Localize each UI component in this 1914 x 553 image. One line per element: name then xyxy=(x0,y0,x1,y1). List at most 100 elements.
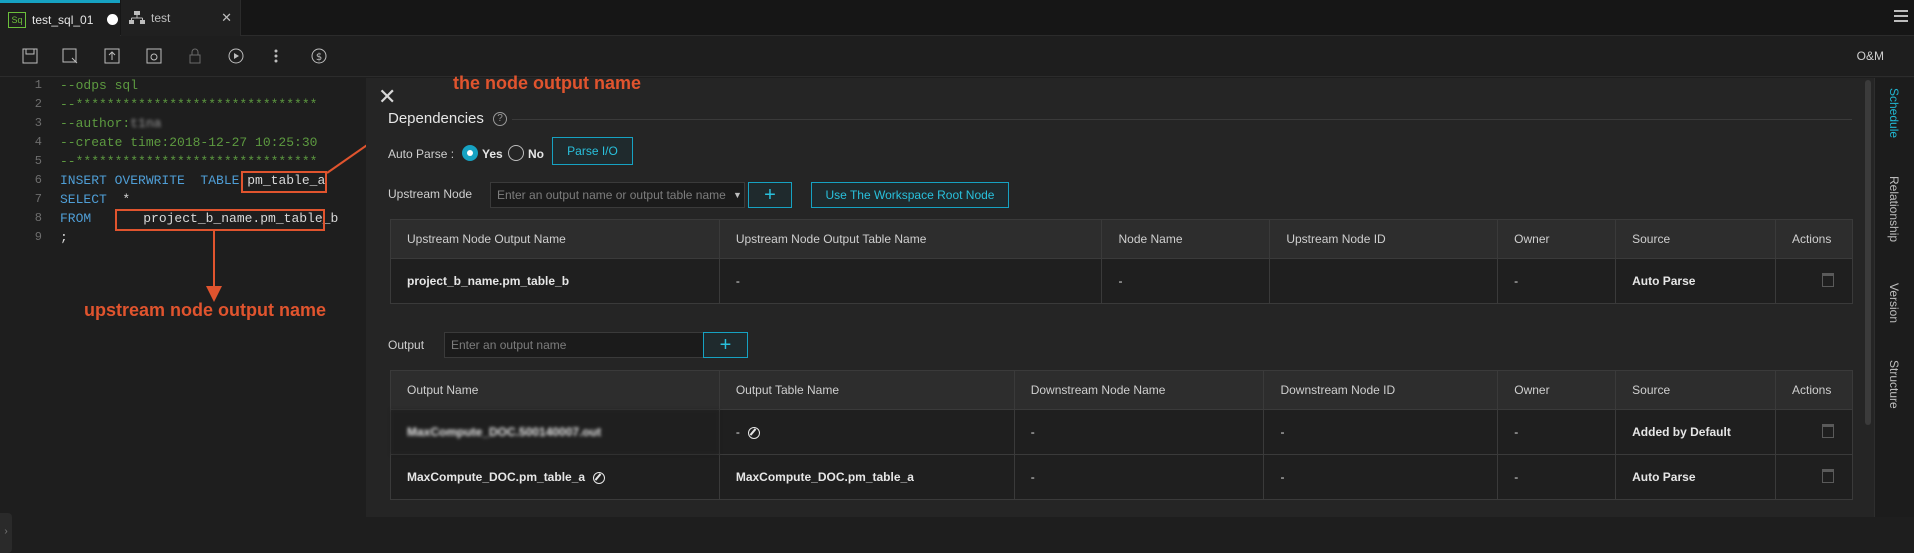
cell: - xyxy=(718,409,1015,455)
cell: - xyxy=(1263,409,1499,455)
edit-icon[interactable] xyxy=(747,426,760,439)
plus-icon: + xyxy=(719,333,732,356)
col-header: Source xyxy=(1615,370,1776,410)
actions-cell xyxy=(1774,454,1854,500)
annotation-node-output: the node output name xyxy=(453,73,641,93)
tab-label: test xyxy=(151,11,171,25)
upstream-node-label: Upstream Node xyxy=(388,187,473,201)
col-header: Source xyxy=(1615,219,1776,259)
col-header: Node Name xyxy=(1101,219,1271,259)
radio-no-label: No xyxy=(528,147,544,161)
annotation-arrows xyxy=(206,85,453,302)
annotation-upstream-output: upstream node output name xyxy=(84,300,327,320)
close-panel-icon[interactable]: ✕ xyxy=(378,84,396,110)
actions-cell xyxy=(1774,258,1854,304)
tab-test[interactable]: test ✕ xyxy=(121,0,241,36)
output-name-input[interactable]: Enter an output name xyxy=(444,332,704,358)
table-row: MaxCompute_DOC.pm_table_a MaxCompute_DOC… xyxy=(390,454,1854,500)
om-link[interactable]: O&M xyxy=(1857,49,1884,63)
cell: - xyxy=(718,258,1103,304)
trash-icon[interactable] xyxy=(1821,423,1834,438)
add-output-button[interactable]: + xyxy=(703,332,748,358)
help-icon[interactable]: ? xyxy=(493,112,507,126)
unsaved-dot-icon xyxy=(107,14,119,25)
col-header: Downstream Node ID xyxy=(1263,370,1499,410)
trash-icon[interactable] xyxy=(1821,468,1834,483)
tab-bar: Sq test_sql_01 test ✕ xyxy=(0,0,1914,36)
lock-icon[interactable] xyxy=(185,46,205,66)
table-header-row: Upstream Node Output Name Upstream Node … xyxy=(390,219,1854,259)
cell: - xyxy=(1497,409,1617,455)
save-icon[interactable] xyxy=(20,46,40,66)
tab-label: test_sql_01 xyxy=(32,12,94,27)
cell: - xyxy=(1013,454,1265,500)
menu-icon[interactable] xyxy=(1894,10,1908,22)
divider xyxy=(512,119,1852,120)
col-header: Output Table Name xyxy=(718,370,1015,410)
cell: - xyxy=(1013,409,1265,455)
cell: - xyxy=(1101,258,1271,304)
cell: MaxCompute_DOC.pm_table_a xyxy=(390,454,720,500)
toolbar: $ O&M xyxy=(0,37,1914,77)
unlock-icon[interactable] xyxy=(144,46,164,66)
col-header: Actions xyxy=(1774,370,1854,410)
col-header: Owner xyxy=(1497,370,1617,410)
rail-tab-version[interactable]: Version xyxy=(1887,283,1901,323)
cell xyxy=(1269,258,1499,304)
tab-test-sql-01[interactable]: Sq test_sql_01 xyxy=(0,0,120,36)
cost-icon[interactable]: $ xyxy=(309,46,329,66)
radio-yes[interactable] xyxy=(462,145,478,161)
cell: Added by Default xyxy=(1615,409,1776,455)
edit-icon[interactable] xyxy=(593,471,606,484)
cell: Auto Parse xyxy=(1615,454,1776,500)
save-as-icon[interactable] xyxy=(60,46,80,66)
rail-tab-structure[interactable]: Structure xyxy=(1887,360,1901,409)
dependencies-panel: ✕ Dependencies ? Auto Parse : Yes No Par… xyxy=(366,78,1874,517)
cell: - xyxy=(1497,454,1617,500)
table-row: project_b_name.pm_table_b - - - Auto Par… xyxy=(390,258,1854,304)
output-label: Output xyxy=(388,338,425,352)
rail-tab-schedule[interactable]: Schedule xyxy=(1887,88,1901,138)
cell: - xyxy=(1497,258,1617,304)
submit-icon[interactable] xyxy=(102,46,122,66)
col-header: Upstream Node ID xyxy=(1269,219,1499,259)
right-rail: Schedule Relationship Version Structure xyxy=(1874,78,1914,517)
cell: Auto Parse xyxy=(1615,258,1776,304)
upstream-table: Upstream Node Output Name Upstream Node … xyxy=(390,219,1854,304)
parse-io-button[interactable]: Parse I/O xyxy=(552,137,633,165)
actions-cell xyxy=(1774,409,1854,455)
cell: MaxCompute_DOC.500140007.out xyxy=(390,409,720,455)
table-header-row: Output Name Output Table Name Downstream… xyxy=(390,370,1854,410)
scrollbar[interactable] xyxy=(1865,80,1871,425)
chevron-down-icon: ▼ xyxy=(733,190,742,200)
auto-parse-label: Auto Parse : xyxy=(388,147,455,161)
upstream-node-input[interactable]: Enter an output name or output table nam… xyxy=(490,182,745,208)
section-title: Dependencies xyxy=(388,110,484,127)
col-header: Owner xyxy=(1497,219,1617,259)
code-editor[interactable]: 1 --odps sql 2 --*************************… xyxy=(0,78,453,553)
trash-icon[interactable] xyxy=(1821,272,1834,287)
rail-tab-relationship[interactable]: Relationship xyxy=(1887,176,1901,242)
more-icon[interactable] xyxy=(266,46,286,66)
output-table: Output Name Output Table Name Downstream… xyxy=(390,370,1854,500)
radio-no[interactable] xyxy=(508,145,524,161)
run-icon[interactable] xyxy=(226,46,246,66)
workflow-icon xyxy=(129,11,145,24)
use-root-node-button[interactable]: Use The Workspace Root Node xyxy=(811,182,1009,208)
add-upstream-button[interactable]: + xyxy=(748,182,792,208)
table-row: MaxCompute_DOC.500140007.out - - - - Add… xyxy=(390,409,1854,455)
sql-icon: Sq xyxy=(8,11,26,28)
col-header: Actions xyxy=(1774,219,1854,259)
expand-handle[interactable]: › xyxy=(0,513,12,553)
col-header: Output Name xyxy=(390,370,720,410)
cell: MaxCompute_DOC.pm_table_a xyxy=(718,454,1015,500)
plus-icon: + xyxy=(764,183,776,206)
col-header: Downstream Node Name xyxy=(1013,370,1265,410)
close-icon[interactable]: ✕ xyxy=(221,10,232,26)
radio-yes-label: Yes xyxy=(482,147,503,161)
cell: - xyxy=(1263,454,1499,500)
cell: project_b_name.pm_table_b xyxy=(390,258,720,304)
col-header: Upstream Node Output Table Name xyxy=(718,219,1103,259)
col-header: Upstream Node Output Name xyxy=(390,219,720,259)
svg-text:$: $ xyxy=(316,52,322,63)
